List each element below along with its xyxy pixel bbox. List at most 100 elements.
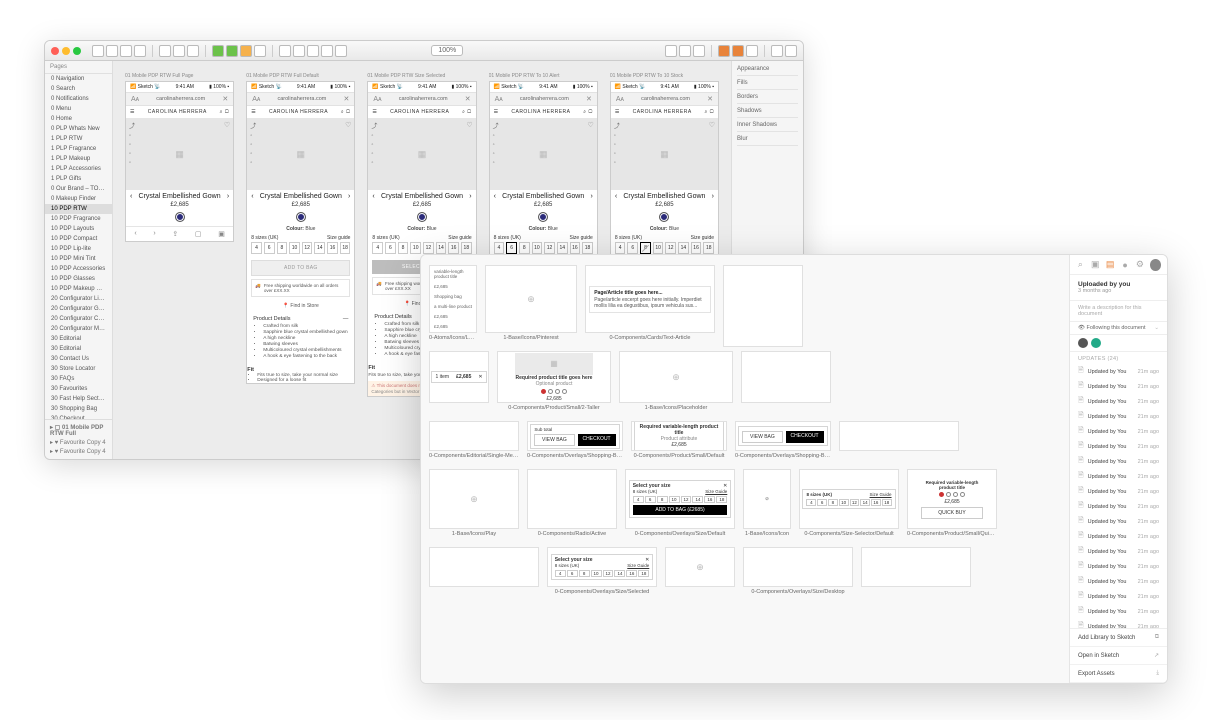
preview-card[interactable] (743, 547, 853, 587)
bag-icon[interactable]: ▢ (225, 109, 229, 115)
toolbar-btn[interactable] (321, 45, 333, 57)
prev-product-icon[interactable]: ‹ (251, 193, 253, 200)
toolbar-btn[interactable] (106, 45, 118, 57)
update-row[interactable]: 🗎Updated by You21m ago (1070, 574, 1167, 589)
preview-card[interactable]: Sub totalVIEW BAGCHECKOUT (527, 421, 623, 451)
page-item[interactable]: 30 Store Locator (45, 364, 112, 374)
minimize-dot[interactable] (62, 47, 70, 55)
update-row[interactable]: 🗎Updated by You21m ago (1070, 529, 1167, 544)
page-item[interactable]: 1 PLP RTW (45, 134, 112, 144)
toolbar-btn[interactable] (212, 45, 224, 57)
toolbar-btn[interactable] (226, 45, 238, 57)
page-item[interactable]: 0 Menu (45, 104, 112, 114)
preview-card[interactable] (723, 265, 803, 347)
update-row[interactable]: 🗎Updated by You21m ago (1070, 514, 1167, 529)
grid-icon[interactable]: ▤ (1106, 259, 1115, 270)
next-product-icon[interactable]: › (590, 193, 592, 200)
url-field[interactable]: carolinaherrera.com (384, 96, 463, 102)
page-item[interactable]: 20 Configurator Glasses (45, 304, 112, 314)
settings-icon[interactable]: ⚙ (1135, 259, 1144, 270)
page-item[interactable]: 30 Fast Help Sections (45, 394, 112, 404)
size-option[interactable]: 4 (372, 242, 383, 254)
toolbar-btn[interactable] (693, 45, 705, 57)
update-row[interactable]: 🗎Updated by You21m ago (1070, 544, 1167, 559)
toolbar-btn[interactable] (771, 45, 783, 57)
next-product-icon[interactable]: › (348, 193, 350, 200)
size-option[interactable]: 4 (615, 242, 626, 254)
preview-card[interactable] (861, 547, 971, 587)
update-row[interactable]: 🗎Updated by You21m ago (1070, 424, 1167, 439)
toolbar-btn[interactable] (718, 45, 730, 57)
page-item[interactable]: 10 PDP RTW (45, 204, 112, 214)
artboard[interactable]: 01 Mobile PDP RTW Full Default📶 Sketch 📡… (246, 73, 355, 447)
toolbar-btn[interactable] (335, 45, 347, 57)
page-item[interactable]: 10 PDP Layouts (45, 224, 112, 234)
url-field[interactable]: carolinaherrera.com (626, 96, 705, 102)
prev-product-icon[interactable]: ‹ (494, 193, 496, 200)
colour-swatch[interactable] (659, 212, 669, 222)
page-item[interactable]: 20 Configurator Lipstick (45, 294, 112, 304)
close-icon[interactable]: ✕ (220, 95, 230, 103)
update-row[interactable]: 🗎Updated by You21m ago (1070, 604, 1167, 619)
sidebar-action[interactable]: Add Library to Sketch⧉ (1070, 629, 1167, 647)
size-option[interactable]: 8 (277, 242, 288, 254)
close-icon[interactable]: ✕ (463, 95, 473, 103)
size-option[interactable]: 16 (570, 242, 581, 254)
size-option[interactable]: 18 (703, 242, 714, 254)
size-option[interactable]: 10 (532, 242, 543, 254)
preview-card[interactable] (741, 351, 831, 403)
update-row[interactable]: 🗎Updated by You21m ago (1070, 469, 1167, 484)
page-item[interactable]: 10 PDP Compact (45, 234, 112, 244)
close-icon[interactable]: ✕ (342, 95, 352, 103)
preview-card[interactable] (527, 469, 617, 529)
toolbar-btn[interactable] (785, 45, 797, 57)
checkout-button[interactable]: CHECKOUT (578, 434, 616, 446)
preview-card[interactable]: Required variable-length product title£2… (907, 469, 997, 529)
search-icon[interactable]: ⌕ (1076, 259, 1085, 270)
collapse-icon[interactable]: — (343, 316, 349, 322)
size-option[interactable]: 8 (640, 242, 651, 254)
page-item[interactable]: 10 PDP Accessories (45, 264, 112, 274)
pages-list[interactable]: 0 Navigation0 Search0 Notifications0 Men… (45, 74, 112, 419)
toolbar-btn[interactable] (187, 45, 199, 57)
prev-product-icon[interactable]: ‹ (372, 193, 374, 200)
details-header[interactable]: Product Details (374, 314, 411, 320)
inspector-section[interactable]: Inner Shadows (737, 122, 798, 132)
share-icon[interactable]: ⤴ (493, 121, 499, 130)
size-option[interactable]: 18 (582, 242, 593, 254)
update-row[interactable]: 🗎Updated by You21m ago (1070, 409, 1167, 424)
menu-icon[interactable]: ☰ (130, 109, 135, 115)
size-option[interactable]: 12 (665, 242, 676, 254)
checkout-button[interactable]: CHECKOUT (786, 431, 824, 443)
toolbar-btn[interactable] (665, 45, 677, 57)
colour-swatch[interactable] (296, 212, 306, 222)
artboard[interactable]: 01 Mobile PDP RTW Full Page📶 Sketch 📡9:4… (125, 73, 234, 447)
add-to-bag-button[interactable]: ADD TO BAG (£2685) (633, 505, 728, 515)
reader-icon[interactable]: Aᴀ (129, 96, 141, 103)
reader-icon[interactable]: Aᴀ (250, 96, 262, 103)
toolbar-btn[interactable] (732, 45, 744, 57)
size-option[interactable]: 8 (398, 242, 409, 254)
page-item[interactable]: 0 Navigation (45, 74, 112, 84)
favourite-icon[interactable]: ♡ (466, 121, 472, 129)
size-option[interactable]: 18 (340, 242, 351, 254)
page-item[interactable]: 10 PDP Fragrance (45, 214, 112, 224)
colour-swatch[interactable] (175, 212, 185, 222)
size-option[interactable]: 6 (264, 242, 275, 254)
page-item[interactable]: 10 PDP Mini Tint (45, 254, 112, 264)
preview-card[interactable] (429, 547, 539, 587)
favourite-icon[interactable]: ♡ (588, 121, 594, 129)
reader-icon[interactable]: Aᴀ (493, 96, 505, 103)
update-row[interactable]: 🗎Updated by You21m ago (1070, 454, 1167, 469)
page-item[interactable]: 0 PLP Whats New (45, 124, 112, 134)
toolbar-btn[interactable] (92, 45, 104, 57)
page-item[interactable]: 1 PLP Fragrance (45, 144, 112, 154)
search-icon[interactable]: ⌕ (220, 109, 223, 115)
toolbar-btn[interactable] (134, 45, 146, 57)
url-field[interactable]: carolinaherrera.com (262, 96, 341, 102)
size-option[interactable]: 16 (448, 242, 459, 254)
avatar[interactable] (1150, 259, 1161, 271)
close-icon[interactable]: ✕ (584, 95, 594, 103)
page-item[interactable]: 30 Contact Us (45, 354, 112, 364)
toolbar-btn[interactable] (679, 45, 691, 57)
